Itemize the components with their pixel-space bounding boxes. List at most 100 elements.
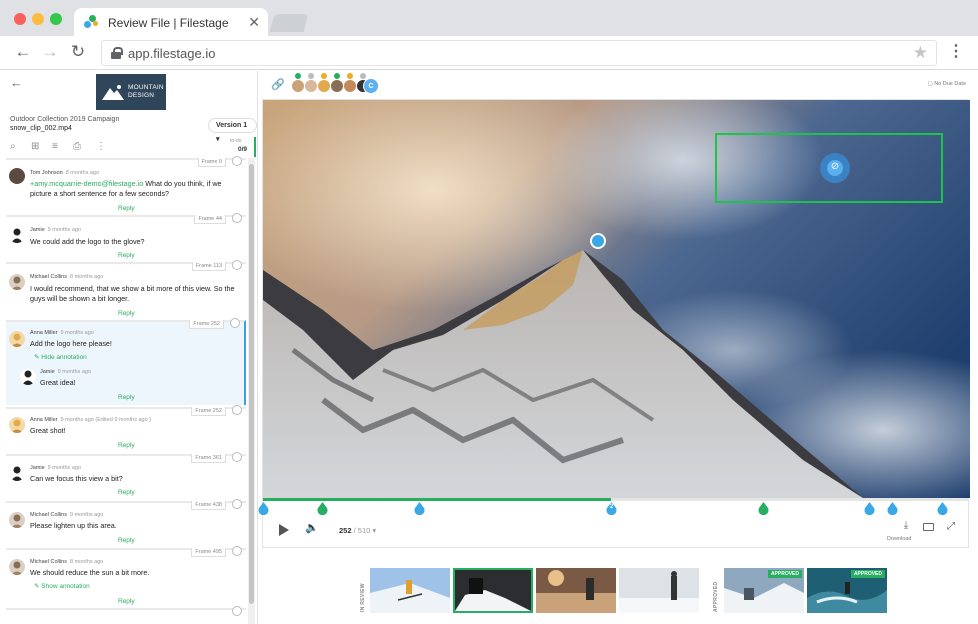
comment-time: 8 months ago [70, 559, 104, 565]
timeline-marker[interactable] [758, 502, 769, 515]
version-dropdown[interactable]: Version 1 ▾ [208, 118, 257, 143]
comment-item: Frame 0 Tom Johnson 8 months ago +amy.mcq… [6, 156, 246, 212]
reload-icon[interactable]: ↻ [68, 42, 88, 62]
filter-icon[interactable]: ⊞ [31, 141, 39, 153]
timeline-marker[interactable] [414, 502, 425, 515]
volume-icon[interactable]: 🔈 [305, 521, 319, 534]
resolve-check[interactable] [232, 260, 242, 270]
timeline-marker[interactable] [937, 502, 948, 515]
reply-link[interactable]: Reply [118, 205, 135, 212]
comment-item: Frame 113 Michael Collins 8 months ago I … [6, 260, 246, 318]
resolve-check[interactable] [232, 213, 242, 223]
comment-item: Frame 361 Jamie 9 months ago Can we focus… [6, 452, 246, 499]
back-icon[interactable]: ← [10, 75, 23, 90]
tab-close-icon[interactable]: ✕ [248, 14, 260, 31]
close-window-button[interactable] [14, 13, 26, 25]
avatar[interactable] [330, 79, 344, 93]
comments-scrollbar[interactable] [248, 158, 255, 624]
reply-link[interactable]: Reply [118, 537, 135, 544]
reply-link[interactable]: Reply [118, 489, 135, 496]
download-label[interactable]: Download [887, 536, 911, 542]
print-icon[interactable]: ⎙ [73, 141, 81, 153]
minimize-window-button[interactable] [32, 13, 44, 25]
resolve-check[interactable] [230, 318, 240, 328]
avatar [9, 512, 25, 528]
back-arrow-icon[interactable]: ← [13, 42, 33, 62]
thumbnail[interactable] [370, 568, 450, 613]
reply-link[interactable]: Reply [118, 598, 135, 605]
maximize-window-button[interactable] [50, 13, 62, 25]
scrollbar-thumb[interactable] [249, 164, 254, 604]
frame-tag[interactable]: Frame 361 [191, 454, 226, 463]
frame-counter[interactable]: 252 / 510 ▾ [339, 526, 376, 535]
forward-arrow-icon[interactable]: → [40, 42, 60, 62]
timeline-track[interactable] [263, 498, 968, 501]
fullscreen-icon[interactable]: ⤢ [947, 521, 955, 532]
thumbnail[interactable] [536, 568, 616, 613]
keyboard-icon[interactable] [923, 523, 934, 531]
in-review-label: IN REVIEW [360, 583, 366, 612]
review-header: 🔗 C ▢ No Due Date [259, 71, 978, 99]
avatar[interactable] [291, 79, 305, 93]
due-date[interactable]: ▢ No Due Date [927, 81, 966, 87]
avatar[interactable] [304, 79, 318, 93]
avatar[interactable] [317, 79, 331, 93]
annotation-pin[interactable]: ⊘ [820, 153, 850, 183]
link-icon[interactable]: 🔗 [271, 78, 285, 91]
browser-tab[interactable]: Review File | Filestage ✕ [74, 8, 268, 36]
comment-marker[interactable] [590, 233, 606, 249]
frame-tag[interactable]: Frame 438 [191, 501, 226, 510]
browser-titlebar: Review File | Filestage ✕ [0, 0, 978, 36]
marker-count: 2 [609, 504, 614, 510]
browser-menu-icon[interactable]: ⋮ [948, 42, 964, 62]
thumbnail-approved[interactable]: APPROVED [724, 568, 804, 613]
avatar-initial[interactable]: C [363, 78, 379, 94]
new-tab-button[interactable] [269, 14, 309, 32]
frame-tag[interactable]: Frame 495 [191, 548, 226, 557]
avatar [9, 417, 25, 433]
frame-tag[interactable]: Frame 0 [197, 158, 226, 167]
hide-annotation-link[interactable]: ✎ Hide annotation [34, 353, 87, 361]
comments-panel: ← MOUNTAIN DESIGN Outdoor Collection 201… [0, 71, 258, 624]
bookmark-star-icon[interactable]: ★ [913, 43, 928, 63]
more-icon[interactable]: ⋮ [96, 141, 106, 153]
download-icon[interactable]: ⤓ [891, 520, 921, 531]
reply-text: Great idea! [40, 378, 76, 387]
timeline-marker[interactable] [258, 502, 269, 515]
sort-icon[interactable]: ≡ [52, 141, 58, 153]
resolve-check[interactable] [232, 156, 242, 166]
thumbnail-selected[interactable] [453, 568, 533, 613]
reply-link[interactable]: Reply [118, 310, 135, 317]
avatar[interactable] [343, 79, 357, 93]
thumbnail[interactable] [619, 568, 699, 613]
approved-badge: APPROVED [767, 570, 802, 578]
search-icon[interactable]: ⌕ [10, 141, 16, 153]
comment-item: Frame 44 Jamie 9 months ago We could add … [6, 213, 246, 260]
reply-link[interactable]: Reply [118, 252, 135, 259]
resolve-check[interactable] [232, 499, 242, 509]
timeline-marker[interactable] [317, 502, 328, 515]
reply-link[interactable]: Reply [118, 442, 135, 449]
pencil-icon: ✎ [34, 583, 40, 590]
comment-author: Jamie [30, 227, 45, 233]
comment-time: 8 months ago [65, 170, 100, 176]
show-annotation-link[interactable]: ✎ Show annotation [34, 582, 90, 590]
todo-label: to-do [230, 138, 242, 144]
frame-tag[interactable]: Frame 113 [191, 262, 226, 271]
resolve-check[interactable] [232, 606, 242, 616]
comment-text: Can we focus this view a bit? [30, 474, 123, 483]
mention-link[interactable]: +amy.mcquarrie-demo@filestage.io [30, 179, 143, 188]
timeline-marker[interactable] [887, 502, 898, 515]
thumbnail-approved[interactable]: APPROVED [807, 568, 887, 613]
address-bar[interactable]: app.filestage.io ★ [101, 40, 937, 66]
resolve-check[interactable] [232, 546, 242, 556]
frame-tag[interactable]: Frame 252 [189, 320, 224, 329]
reply-link[interactable]: Reply [118, 394, 135, 401]
play-icon[interactable] [279, 524, 289, 536]
resolve-check[interactable] [232, 405, 242, 415]
resolve-check[interactable] [232, 452, 242, 462]
frame-tag[interactable]: Frame 44 [194, 215, 226, 224]
timeline-marker-active[interactable]: 2 [606, 502, 617, 516]
frame-tag[interactable]: Frame 252 [191, 407, 226, 416]
timeline-marker[interactable] [864, 502, 875, 515]
